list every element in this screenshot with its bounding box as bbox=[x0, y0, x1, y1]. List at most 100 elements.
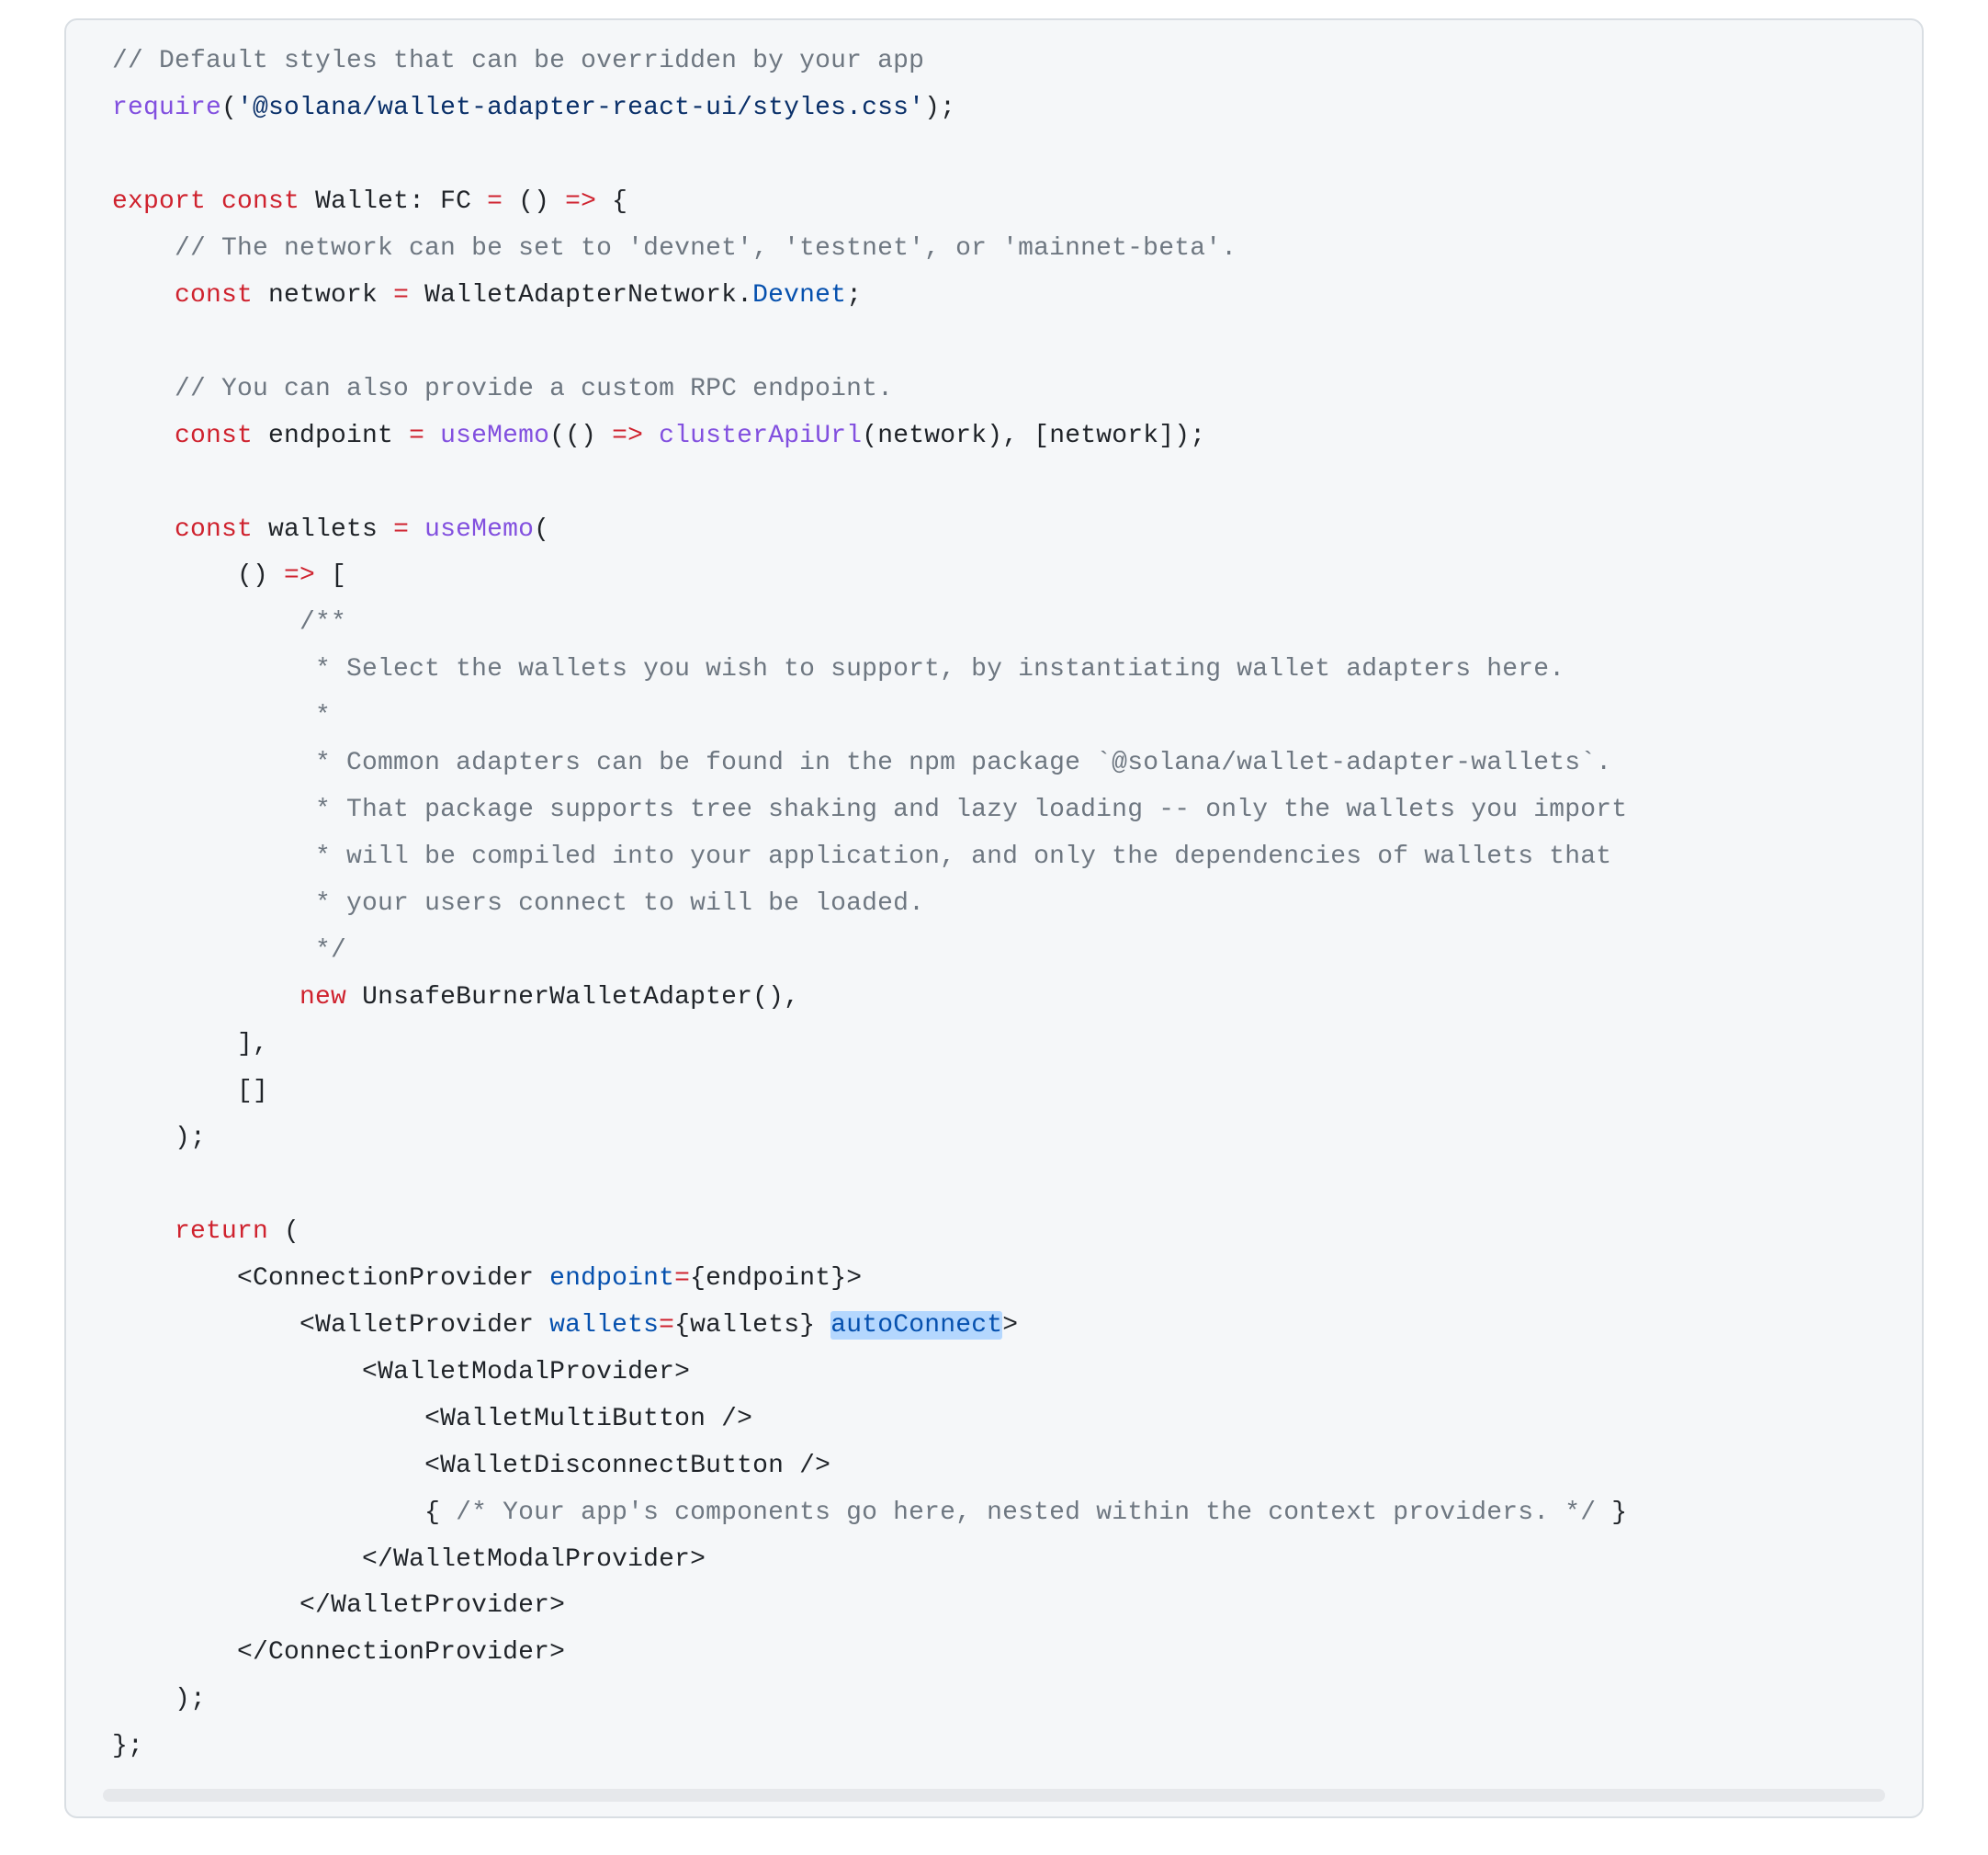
code-comment: // The network can be set to 'devnet', '… bbox=[175, 234, 1237, 263]
code-indent bbox=[112, 1452, 424, 1480]
code-token: < bbox=[362, 1358, 378, 1386]
code-token: {wallets} bbox=[674, 1311, 815, 1340]
code-token: WalletModalProvider bbox=[378, 1358, 674, 1386]
code-token: ConnectionProvider bbox=[268, 1638, 549, 1667]
code-token: > bbox=[549, 1638, 565, 1667]
code-token: ); bbox=[175, 1124, 206, 1152]
code-token: = bbox=[393, 515, 409, 544]
code-block-card: // Default styles that can be overridden… bbox=[64, 18, 1924, 1818]
code-token: (() bbox=[549, 422, 612, 450]
code-token: {endpoint} bbox=[690, 1264, 846, 1293]
code-token: WalletModalProvider bbox=[393, 1545, 690, 1574]
code-token: </ bbox=[299, 1591, 331, 1620]
code-indent bbox=[112, 234, 175, 263]
code-token: (), bbox=[752, 983, 799, 1012]
code-token bbox=[815, 1311, 830, 1340]
code-string: '@solana/wallet-adapter-react-ui/styles.… bbox=[237, 94, 924, 122]
code-token: ( bbox=[221, 94, 237, 122]
code-indent bbox=[112, 1591, 299, 1620]
code-token: Wallet bbox=[299, 187, 409, 216]
code-token: > bbox=[690, 1545, 706, 1574]
code-indent bbox=[112, 936, 315, 965]
code-indent bbox=[112, 1358, 362, 1386]
code-token: ); bbox=[175, 1685, 206, 1714]
code-token: => bbox=[612, 422, 643, 450]
code-token: ); bbox=[924, 94, 955, 122]
code-token: ( bbox=[534, 515, 549, 544]
page-container: // Default styles that can be overridden… bbox=[0, 0, 1988, 1855]
code-token: = bbox=[674, 1264, 690, 1293]
code-token: network bbox=[253, 281, 393, 310]
code-indent bbox=[112, 843, 315, 871]
code-token: { bbox=[596, 187, 627, 216]
code-comment: * bbox=[315, 702, 331, 730]
code-token: wallets bbox=[253, 515, 393, 544]
code-indent bbox=[112, 1405, 424, 1433]
code-token: < bbox=[424, 1452, 440, 1480]
code-comment: /** bbox=[299, 608, 346, 637]
code-token: . bbox=[737, 281, 752, 310]
code-token: => bbox=[284, 561, 315, 590]
code-token: () bbox=[237, 561, 284, 590]
code-comment: * That package supports tree shaking and… bbox=[315, 796, 1627, 824]
selected-text: autoConnect bbox=[830, 1311, 1002, 1340]
code-token: </ bbox=[237, 1638, 268, 1667]
code-keyword: return bbox=[175, 1217, 268, 1246]
code-token: [ bbox=[315, 561, 346, 590]
code-token: useMemo bbox=[440, 422, 549, 450]
code-token: ( bbox=[268, 1217, 299, 1246]
code-token: > bbox=[549, 1591, 565, 1620]
code-token: require bbox=[112, 94, 221, 122]
code-keyword: const bbox=[175, 281, 253, 310]
code-token: > bbox=[674, 1358, 690, 1386]
code-token: WalletAdapterNetwork bbox=[409, 281, 737, 310]
code-token: ConnectionProvider bbox=[253, 1264, 534, 1293]
code-token bbox=[706, 1405, 721, 1433]
horizontal-scrollbar[interactable] bbox=[103, 1789, 1885, 1802]
code-indent bbox=[112, 281, 175, 310]
code-token: = bbox=[487, 187, 503, 216]
code-token: } bbox=[1596, 1499, 1627, 1527]
code-indent bbox=[112, 655, 315, 684]
code-token bbox=[206, 187, 221, 216]
code-token: WalletMultiButton bbox=[440, 1405, 706, 1433]
code-token bbox=[424, 422, 440, 450]
code-keyword: new bbox=[299, 983, 346, 1012]
code-token: < bbox=[299, 1311, 315, 1340]
code-indent bbox=[112, 1499, 424, 1527]
code-indent bbox=[112, 1124, 175, 1152]
code-indent bbox=[112, 1030, 237, 1058]
code-indent bbox=[112, 1638, 237, 1667]
code-token: Devnet bbox=[752, 281, 846, 310]
code-comment: * Common adapters can be found in the np… bbox=[315, 749, 1611, 777]
code-token: (network), [network]); bbox=[862, 422, 1205, 450]
code-indent bbox=[112, 561, 237, 590]
code-token: UnsafeBurnerWalletAdapter bbox=[362, 983, 752, 1012]
code-token: { bbox=[424, 1499, 456, 1527]
code-comment: */ bbox=[315, 936, 346, 965]
code-token: endpoint bbox=[549, 1264, 674, 1293]
code-token bbox=[346, 983, 362, 1012]
code-token: ; bbox=[846, 281, 862, 310]
code-token: = bbox=[409, 422, 424, 450]
code-token: = bbox=[659, 1311, 674, 1340]
code-indent bbox=[112, 983, 299, 1012]
code-comment: * Select the wallets you wish to support… bbox=[315, 655, 1564, 684]
code-scroll-region[interactable]: // Default styles that can be overridden… bbox=[66, 20, 1922, 1789]
code-indent bbox=[112, 749, 315, 777]
code-token: endpoint bbox=[253, 422, 409, 450]
code-keyword: const bbox=[221, 187, 299, 216]
code-indent bbox=[112, 515, 175, 544]
code-indent bbox=[112, 422, 175, 450]
code-indent bbox=[112, 375, 175, 403]
code-keyword: export bbox=[112, 187, 206, 216]
code-token: > bbox=[846, 1264, 862, 1293]
code-token: WalletProvider bbox=[331, 1591, 549, 1620]
code-comment: // Default styles that can be overridden… bbox=[112, 47, 924, 75]
code-token: = bbox=[393, 281, 409, 310]
code-token: [] bbox=[237, 1077, 268, 1105]
code-content[interactable]: // Default styles that can be overridden… bbox=[66, 20, 1922, 1789]
code-token bbox=[409, 515, 424, 544]
code-token bbox=[784, 1452, 799, 1480]
code-token bbox=[643, 422, 659, 450]
